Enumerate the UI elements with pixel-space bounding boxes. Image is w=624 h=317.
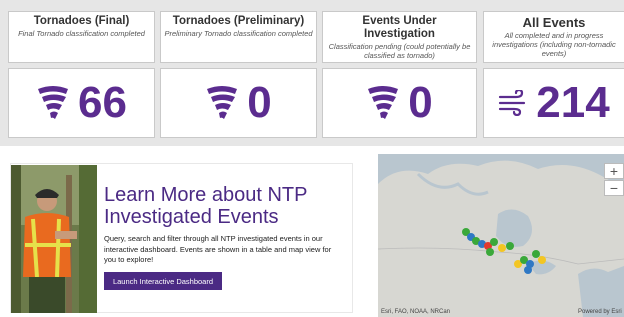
stat-value: 0 (247, 78, 272, 127)
stat-card-header-all: All Events All completed and in progress… (483, 11, 624, 63)
map-attribution: Esri, FAO, NOAA, NRCan (381, 309, 451, 315)
stat-card-value-final: 66 (8, 68, 155, 138)
stat-value: 0 (408, 78, 433, 127)
map-basemap (378, 154, 624, 317)
stat-card-header-investigation: Events Under Investigation Classificatio… (322, 11, 477, 63)
field-investigator-photo (11, 165, 97, 313)
stat-subtitle: All completed and in progress investigat… (492, 31, 616, 58)
promo-title: Learn More about NTP Investigated Events (104, 184, 308, 228)
zoom-out-button[interactable]: − (604, 180, 624, 196)
stat-subtitle: Classification pending (could potentiall… (328, 42, 471, 60)
stat-subtitle: Final Tornado classification completed (18, 29, 145, 38)
events-map[interactable] (378, 154, 624, 317)
stat-title: All Events (522, 15, 586, 30)
stat-card-value-investigation: 0 (322, 68, 477, 138)
stat-value: 214 (536, 78, 610, 127)
wind-icon (499, 90, 526, 116)
tornado-icon (368, 86, 399, 119)
map-powered-by: Powered by Esri (578, 309, 622, 315)
stat-subtitle: Preliminary Tornado classification compl… (164, 29, 313, 38)
tornado-icon (207, 86, 238, 119)
stat-card-header-preliminary: Tornadoes (Preliminary) Preliminary Torn… (160, 11, 317, 63)
stat-title: Tornadoes (Final) (33, 15, 130, 27)
stat-card-value-all: 214 (483, 68, 624, 138)
stat-value: 66 (78, 78, 127, 127)
stat-title: Events Under Investigation (362, 15, 437, 40)
launch-dashboard-button[interactable]: Launch Interactive Dashboard (104, 272, 222, 290)
stat-card-header-final: Tornadoes (Final) Final Tornado classifi… (8, 11, 155, 63)
promo-description: Query, search and filter through all NTP… (104, 234, 332, 264)
stat-card-value-preliminary: 0 (160, 68, 317, 138)
stat-title: Tornadoes (Preliminary) (172, 15, 305, 27)
zoom-in-button[interactable]: + (604, 163, 624, 179)
tornado-icon (38, 86, 69, 119)
